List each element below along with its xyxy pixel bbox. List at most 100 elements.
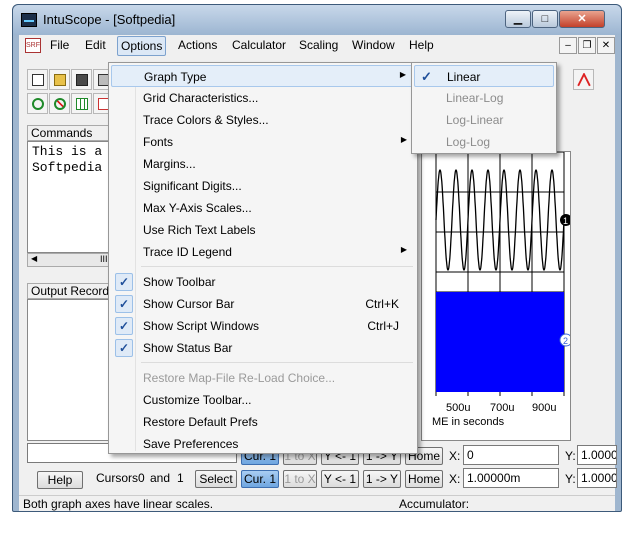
menu-item-shortcut: Ctrl+J <box>367 319 399 333</box>
check-icon: ✓ <box>421 69 432 84</box>
cur1-button[interactable]: Cur. 1 <box>241 470 279 488</box>
close-button[interactable]: ✕ <box>559 10 605 28</box>
minimize-icon: ▁ <box>513 13 523 25</box>
options-menu-item-trace-colors-styles[interactable]: Trace Colors & Styles... <box>111 109 415 131</box>
options-menu-item-significant-digits[interactable]: Significant Digits... <box>111 175 415 197</box>
accumulator-label: Accumulator: <box>399 497 470 511</box>
options-menu-item-show-toolbar[interactable]: ✓ Show Toolbar <box>111 271 415 293</box>
submenu-item-label: Log-Linear <box>446 113 504 127</box>
menu-item-label: Max Y-Axis Scales... <box>143 201 252 215</box>
menu-item-label: Graph Type <box>144 70 207 84</box>
maximize-icon: □ <box>541 13 549 25</box>
close-icon: ✕ <box>577 13 587 25</box>
trace-marker-1-label: 1 <box>563 216 568 226</box>
graph-type-log-log[interactable]: Log-Log <box>414 131 554 153</box>
save-icon <box>76 74 88 86</box>
options-menu: Graph Type ▶ Grid Characteristics... Trace … <box>108 62 418 454</box>
title-bar[interactable]: IntuScope - [Softpedia] ▁ □ ✕ <box>13 5 621 35</box>
graph-panel[interactable]: 1 2 500u 700u 900u ME in seconds <box>421 151 571 441</box>
scroll-left-icon[interactable]: ◀ <box>31 254 37 263</box>
menu-actions[interactable]: Actions <box>178 38 217 52</box>
menu-edit[interactable]: Edit <box>85 38 106 52</box>
menu-options[interactable]: Options <box>117 36 167 56</box>
x-tick-label: 700u <box>490 402 514 414</box>
y1-field[interactable]: 1.00000 <box>577 445 617 465</box>
menu-item-label: Fonts <box>143 135 174 149</box>
one-to-x-button[interactable]: 1 to X <box>283 470 317 488</box>
options-menu-item-restore-map-file-re-load-choice[interactable]: Restore Map-File Re-Load Choice... <box>111 367 415 389</box>
unlink-icon <box>54 98 66 110</box>
one-to-y-button[interactable]: 1 -> Y <box>363 470 401 488</box>
mdi-minimize-button[interactable]: – <box>559 37 577 54</box>
menu-separator <box>141 362 413 363</box>
help-button[interactable]: Help <box>37 471 83 489</box>
commands-hscrollbar[interactable]: ◀ III <box>27 253 115 267</box>
output-record-box[interactable] <box>27 299 115 441</box>
options-menu-item-restore-default-prefs[interactable]: Restore Default Prefs <box>111 411 415 433</box>
graph-type-log-linear[interactable]: Log-Linear <box>414 109 554 131</box>
maximize-button[interactable]: □ <box>532 10 558 28</box>
status-bar: Both graph axes have linear scales. Accu… <box>19 495 615 511</box>
menu-item-label: Restore Default Prefs <box>143 415 258 429</box>
peak-icon <box>577 73 591 87</box>
options-menu-item-customize-toolbar[interactable]: Customize Toolbar... <box>111 389 415 411</box>
menu-bar: SRF File Edit Options Actions Calculator… <box>19 35 615 57</box>
options-menu-item-grid-characteristics[interactable]: Grid Characteristics... <box>111 87 415 109</box>
options-menu-item-show-status-bar[interactable]: ✓ Show Status Bar <box>111 337 415 359</box>
options-menu-item-use-rich-text-labels[interactable]: Use Rich Text Labels <box>111 219 415 241</box>
y2-field[interactable]: 1.00000 <box>577 468 617 488</box>
options-menu-item-save-preferences[interactable]: Save Preferences <box>111 433 415 455</box>
y-from-1-button[interactable]: Y <- 1 <box>321 470 359 488</box>
x-label-2: X: <box>449 472 461 486</box>
submenu-item-label: Log-Log <box>446 135 491 149</box>
open-file-button[interactable] <box>49 69 70 90</box>
menu-file[interactable]: File <box>50 38 69 52</box>
options-menu-item-margins[interactable]: Margins... <box>111 153 415 175</box>
check-icon: ✓ <box>115 295 133 313</box>
options-menu-item-max-y-axis-scales[interactable]: Max Y-Axis Scales... <box>111 197 415 219</box>
scroll-thumb-grip[interactable]: III <box>100 254 108 264</box>
mdi-child-icon[interactable]: SRF <box>25 38 41 53</box>
menu-item-label: Show Status Bar <box>143 341 233 355</box>
check-icon: ✓ <box>115 317 133 335</box>
options-menu-item-show-cursor-bar[interactable]: ✓ Show Cursor Bar Ctrl+K <box>111 293 415 315</box>
menu-item-label: Save Preferences <box>143 437 239 451</box>
graph-type-linear-log[interactable]: Linear-Log <box>414 87 554 109</box>
trace-marker-2-label: 2 <box>563 336 568 346</box>
peak-button[interactable] <box>573 69 594 90</box>
x-axis-label: ME in seconds <box>432 416 505 428</box>
new-file-button[interactable] <box>27 69 48 90</box>
graph-canvas[interactable]: 1 2 500u 700u 900u ME in seconds <box>422 152 571 441</box>
cursor-a-value: 0 <box>138 471 145 485</box>
mdi-close-button[interactable]: ✕ <box>597 37 615 54</box>
options-menu-item-trace-id-legend[interactable]: Trace ID Legend ▶ <box>111 241 415 263</box>
commands-line: This is a <box>32 144 103 159</box>
menu-item-label: Trace Colors & Styles... <box>143 113 269 127</box>
menu-scaling[interactable]: Scaling <box>299 38 338 52</box>
link-button[interactable] <box>27 93 48 114</box>
x-tick-label: 500u <box>446 402 470 414</box>
minimize-button[interactable]: ▁ <box>505 10 531 28</box>
options-menu-item-fonts[interactable]: Fonts ▶ <box>111 131 415 153</box>
menu-item-shortcut: Ctrl+K <box>365 297 399 311</box>
select-button[interactable]: Select <box>195 470 237 488</box>
status-message: Both graph axes have linear scales. <box>23 497 214 511</box>
menu-help[interactable]: Help <box>409 38 434 52</box>
grid-icon <box>76 98 88 110</box>
grid-button[interactable] <box>71 93 92 114</box>
options-menu-item-graph-type[interactable]: Graph Type ▶ <box>111 65 415 87</box>
menu-calculator[interactable]: Calculator <box>232 38 286 52</box>
menu-item-label: Margins... <box>143 157 196 171</box>
trace-fill <box>436 292 564 392</box>
x1-field[interactable]: 0 <box>463 445 559 465</box>
x2-field[interactable]: 1.00000m <box>463 468 559 488</box>
x-tick-label: 900u <box>532 402 556 414</box>
commands-editor[interactable]: This is a Softpedia <box>27 141 115 253</box>
menu-window[interactable]: Window <box>352 38 395 52</box>
home-button[interactable]: Home <box>405 470 443 488</box>
mdi-restore-button[interactable]: ❐ <box>578 37 596 54</box>
options-menu-item-show-script-windows[interactable]: ✓ Show Script Windows Ctrl+J <box>111 315 415 337</box>
save-button[interactable] <box>71 69 92 90</box>
unlink-button[interactable] <box>49 93 70 114</box>
graph-type-linear[interactable]: ✓ Linear <box>414 65 554 87</box>
